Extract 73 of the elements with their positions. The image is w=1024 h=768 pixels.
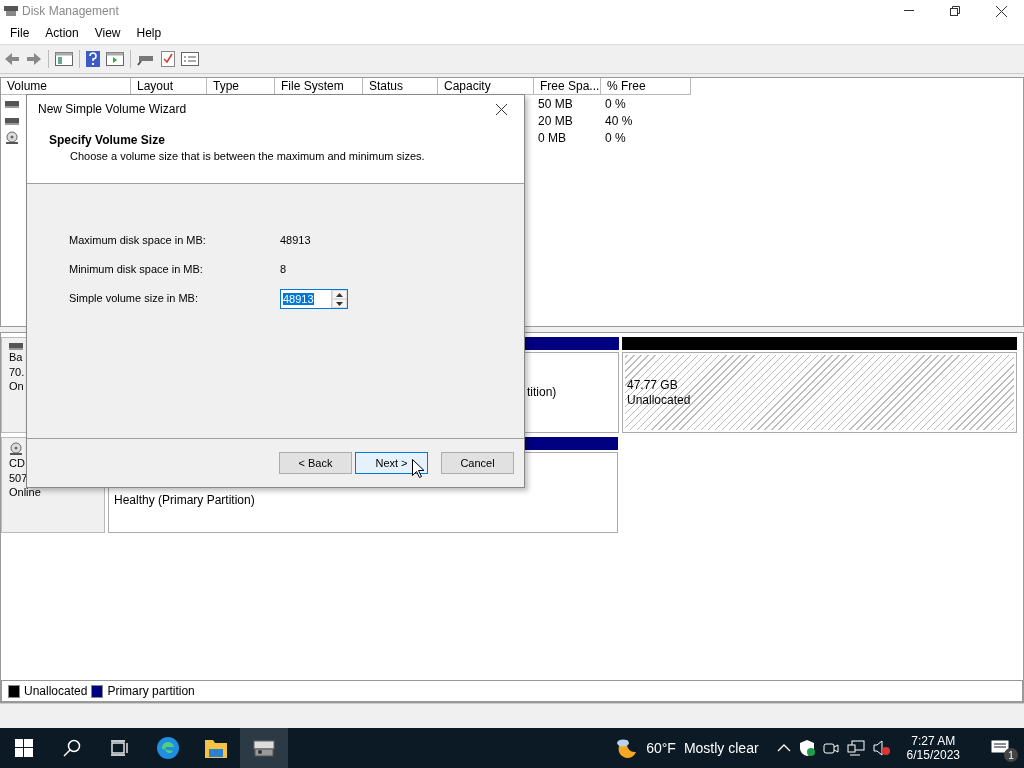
table-cell: 0 MB	[538, 130, 566, 145]
partition-block[interactable]: 47.77 GB Unallocated	[622, 352, 1017, 433]
spin-up-icon[interactable]	[336, 292, 343, 297]
cd-drive-icon	[9, 442, 23, 456]
notification-badge: 1	[1004, 748, 1018, 762]
chevron-up-icon[interactable]	[776, 743, 791, 753]
legend-label: Unallocated	[24, 684, 88, 698]
checklist-icon[interactable]	[161, 51, 175, 67]
forward-arrow-icon[interactable]	[26, 52, 42, 66]
partition-text: tition)	[527, 385, 558, 400]
start-icon[interactable]	[15, 739, 33, 757]
disk-info-text: 507	[9, 470, 28, 485]
mouse-cursor-icon	[412, 459, 424, 478]
disk-info-text: 70.	[9, 364, 25, 379]
disk-management-icon	[4, 5, 18, 17]
partition-text: Healthy (Primary Partition)	[114, 493, 256, 508]
column-header[interactable]: Volume	[1, 78, 131, 95]
menu-item[interactable]: View	[86, 26, 129, 40]
window-title: Disk Management	[22, 4, 120, 18]
help-icon[interactable]	[86, 51, 100, 67]
field-label: Maximum disk space in MB:	[69, 234, 207, 248]
field-label: Minimum disk space in MB:	[69, 263, 204, 277]
close-icon[interactable]	[495, 103, 507, 115]
table-cell: 40 %	[605, 113, 633, 128]
search-icon[interactable]	[63, 739, 81, 757]
cd-drive-icon	[5, 130, 19, 145]
network-icon[interactable]	[846, 740, 865, 756]
camera-icon[interactable]	[822, 741, 839, 755]
disk-info-text: On	[9, 379, 24, 394]
spin-down-icon[interactable]	[336, 301, 343, 306]
column-header[interactable]: % Free	[601, 78, 691, 95]
field-label: Simple volume size in MB:	[69, 292, 199, 306]
weather-temperature[interactable]: 60°F	[646, 740, 676, 756]
restore-icon[interactable]	[950, 6, 960, 16]
table-cell: 0 %	[605, 130, 626, 145]
disk-info-text: Ba	[9, 350, 23, 365]
console-tree-icon[interactable]	[55, 52, 73, 66]
field-value: 8	[280, 263, 287, 277]
wizard-button[interactable]: Cancel	[441, 452, 514, 474]
volume-muted-icon[interactable]	[872, 740, 891, 756]
back-arrow-icon[interactable]	[4, 52, 20, 66]
menu-item[interactable]: Help	[128, 26, 170, 40]
legend-label: Primary partition	[107, 684, 195, 698]
minimize-icon[interactable]	[904, 10, 914, 12]
taskbar-app[interactable]	[240, 728, 288, 768]
weather-condition[interactable]: Mostly clear	[683, 740, 759, 756]
table-cell: 50 MB	[538, 96, 573, 111]
field-value: 48913	[280, 234, 311, 248]
menu-item[interactable]: Action	[37, 26, 87, 40]
partition-text: Unallocated	[627, 392, 692, 408]
table-cell: 20 MB	[538, 113, 573, 128]
folder-icon	[204, 737, 228, 759]
task-view-icon[interactable]	[111, 740, 129, 756]
close-icon[interactable]	[995, 5, 1007, 17]
table-cell: 0 %	[605, 96, 626, 111]
disk-info-text: Online	[9, 485, 41, 500]
disk-info-text: CD	[9, 456, 25, 471]
menu-item[interactable]: File	[2, 26, 38, 40]
properties-icon[interactable]	[181, 52, 199, 66]
wizard-heading: Specify Volume Size	[49, 133, 166, 147]
size-spin-field[interactable]: 48913	[280, 289, 348, 309]
disk-management-icon	[252, 737, 276, 759]
dialog-title: New Simple Volume Wizard	[38, 102, 188, 116]
wizard-button[interactable]: Next >	[355, 452, 428, 474]
clock[interactable]: 7:27 AM 6/15/2023	[898, 734, 968, 762]
browser-icon	[156, 736, 180, 760]
notification-icon[interactable]	[991, 740, 1009, 756]
column-header[interactable]: Free Spa...	[534, 78, 601, 95]
wizard-button[interactable]: < Back	[279, 452, 352, 474]
partition-text: 47.77 GB	[627, 377, 679, 393]
wizard-subtitle: Choose a volume size that is between the maximum and minimum sizes.	[70, 150, 426, 162]
action-pane-icon[interactable]	[106, 52, 124, 66]
shield-icon[interactable]	[798, 740, 815, 756]
